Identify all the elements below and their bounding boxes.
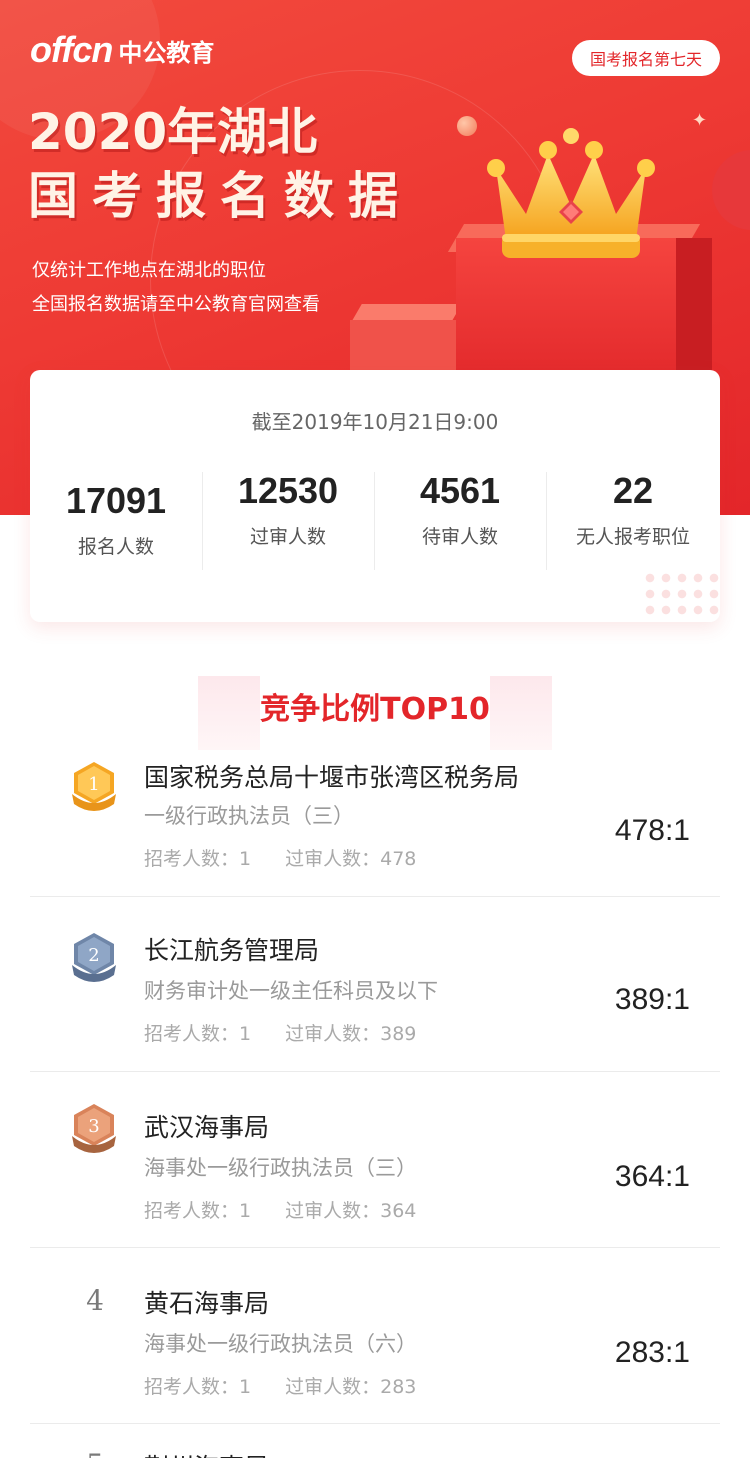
sparkle-icon: ✦	[692, 110, 708, 131]
competition-ratio: 478:1	[614, 814, 690, 847]
gold-medal-icon: 1	[72, 762, 116, 811]
silver-medal-icon: 2	[72, 933, 116, 982]
stats-timestamp: 截至2019年10月21日9:00	[251, 410, 499, 434]
recruit-label: 招考人数：	[144, 1200, 240, 1222]
decor-dot	[712, 150, 750, 230]
logo-wordmark: offcn	[30, 29, 113, 70]
position-name: 海事处一级行政执法员（六）	[144, 1332, 417, 1356]
rank-number: 4	[86, 1284, 104, 1317]
stat-value: 12530	[237, 470, 339, 511]
page-title: 2020年湖北 国考报名数据	[28, 100, 412, 228]
section-title: 竞争比例TOP10	[260, 692, 490, 727]
decor-dots	[642, 570, 720, 620]
day-badge: 国考报名第七天	[572, 40, 720, 76]
passed-label: 过审人数：	[285, 1200, 381, 1222]
org-name: 武汉海事局	[144, 1113, 270, 1142]
medal-number: 3	[88, 1116, 99, 1137]
title-line-1: 2020年湖北	[28, 103, 318, 161]
podium-side	[676, 238, 712, 378]
rank-number: 5	[80, 1448, 110, 1458]
list-item[interactable]: 4 黄石海事局 海事处一级行政执法员（六） 招考人数：1 过审人数：283 283…	[30, 1248, 720, 1424]
row-meta: 招考人数：1 过审人数：283	[144, 1372, 416, 1399]
subtitle-line-2: 全国报名数据请至中公教育官网查看	[32, 294, 320, 315]
list-item[interactable]: 2 长江航务管理局 财务审计处一级主任科员及以下 招考人数：1 过审人数：389 …	[30, 897, 720, 1072]
stat-value: 4561	[419, 470, 501, 511]
org-name: 荆州海事局	[144, 1448, 269, 1458]
stat-value: 17091	[65, 480, 167, 521]
list-item[interactable]: 3 武汉海事局 海事处一级行政执法员（三） 招考人数：1 过审人数：364 364…	[30, 1072, 720, 1248]
org-name: 黄石海事局	[144, 1289, 270, 1318]
medal-number: 2	[88, 945, 99, 966]
title-line-2: 国考报名数据	[28, 167, 412, 225]
position-name: 海事处一级行政执法员（三）	[144, 1156, 417, 1180]
stat-label: 报名人数	[77, 536, 154, 558]
passed-label: 过审人数：	[285, 1023, 381, 1045]
org-name: 国家税务总局十堰市张湾区税务局	[144, 763, 520, 792]
position-name: 一级行政执法员（三）	[144, 804, 354, 828]
passed-count: 283	[380, 1376, 417, 1398]
passed-label: 过审人数：	[285, 1376, 381, 1398]
passed-count: 478	[380, 848, 417, 870]
competition-ratio: 283:1	[614, 1336, 690, 1369]
competition-ratio: 364:1	[614, 1160, 690, 1193]
recruit-label: 招考人数：	[144, 1023, 240, 1045]
competition-ratio: 389:1	[614, 983, 690, 1016]
recruit-count: 1	[239, 1376, 252, 1398]
recruit-count: 1	[239, 848, 252, 870]
passed-label: 过审人数：	[285, 848, 381, 870]
position-name: 财务审计处一级主任科员及以下	[144, 979, 438, 1003]
list-item[interactable]: 1 国家税务总局十堰市张湾区税务局 一级行政执法员（三） 招考人数：1 过审人数：…	[30, 760, 720, 897]
medal-number: 1	[88, 774, 99, 795]
recruit-count: 1	[239, 1200, 252, 1222]
passed-count: 364	[380, 1200, 417, 1222]
stat-label: 待审人数	[421, 526, 498, 548]
stat-label: 过审人数	[249, 526, 326, 548]
row-meta: 招考人数：1 过审人数：364	[144, 1196, 416, 1223]
org-name: 长江航务管理局	[144, 936, 320, 965]
recruit-label: 招考人数：	[144, 1376, 240, 1398]
brand-logo[interactable]: offcn 中公教育	[30, 28, 214, 72]
stat-pending: 4561 待审人数	[374, 470, 546, 570]
recruit-label: 招考人数：	[144, 848, 240, 870]
bronze-medal-icon: 3	[72, 1104, 116, 1153]
stat-approved: 12530 过审人数	[202, 470, 374, 570]
list-item[interactable]: 5 荆州海事局	[30, 1424, 720, 1458]
recruit-count: 1	[239, 1023, 252, 1045]
stats-card: 截至2019年10月21日9:00 17091 报名人数 12530 过审人数 …	[30, 370, 720, 622]
crown-icon	[487, 128, 655, 258]
passed-count: 389	[380, 1023, 417, 1045]
stat-value: 22	[612, 470, 654, 511]
row-meta: 招考人数：1 过审人数：478	[144, 844, 416, 871]
stat-registered: 17091 报名人数	[30, 480, 202, 580]
stat-label: 无人报考职位	[575, 526, 690, 548]
logo-chinese: 中公教育	[118, 38, 215, 67]
subtitle-line-1: 仅统计工作地点在湖北的职位	[32, 260, 266, 281]
row-meta: 招考人数：1 过审人数：389	[144, 1019, 416, 1046]
decor-ball	[457, 116, 477, 136]
stat-no-applicants: 22 无人报考职位	[546, 470, 720, 570]
